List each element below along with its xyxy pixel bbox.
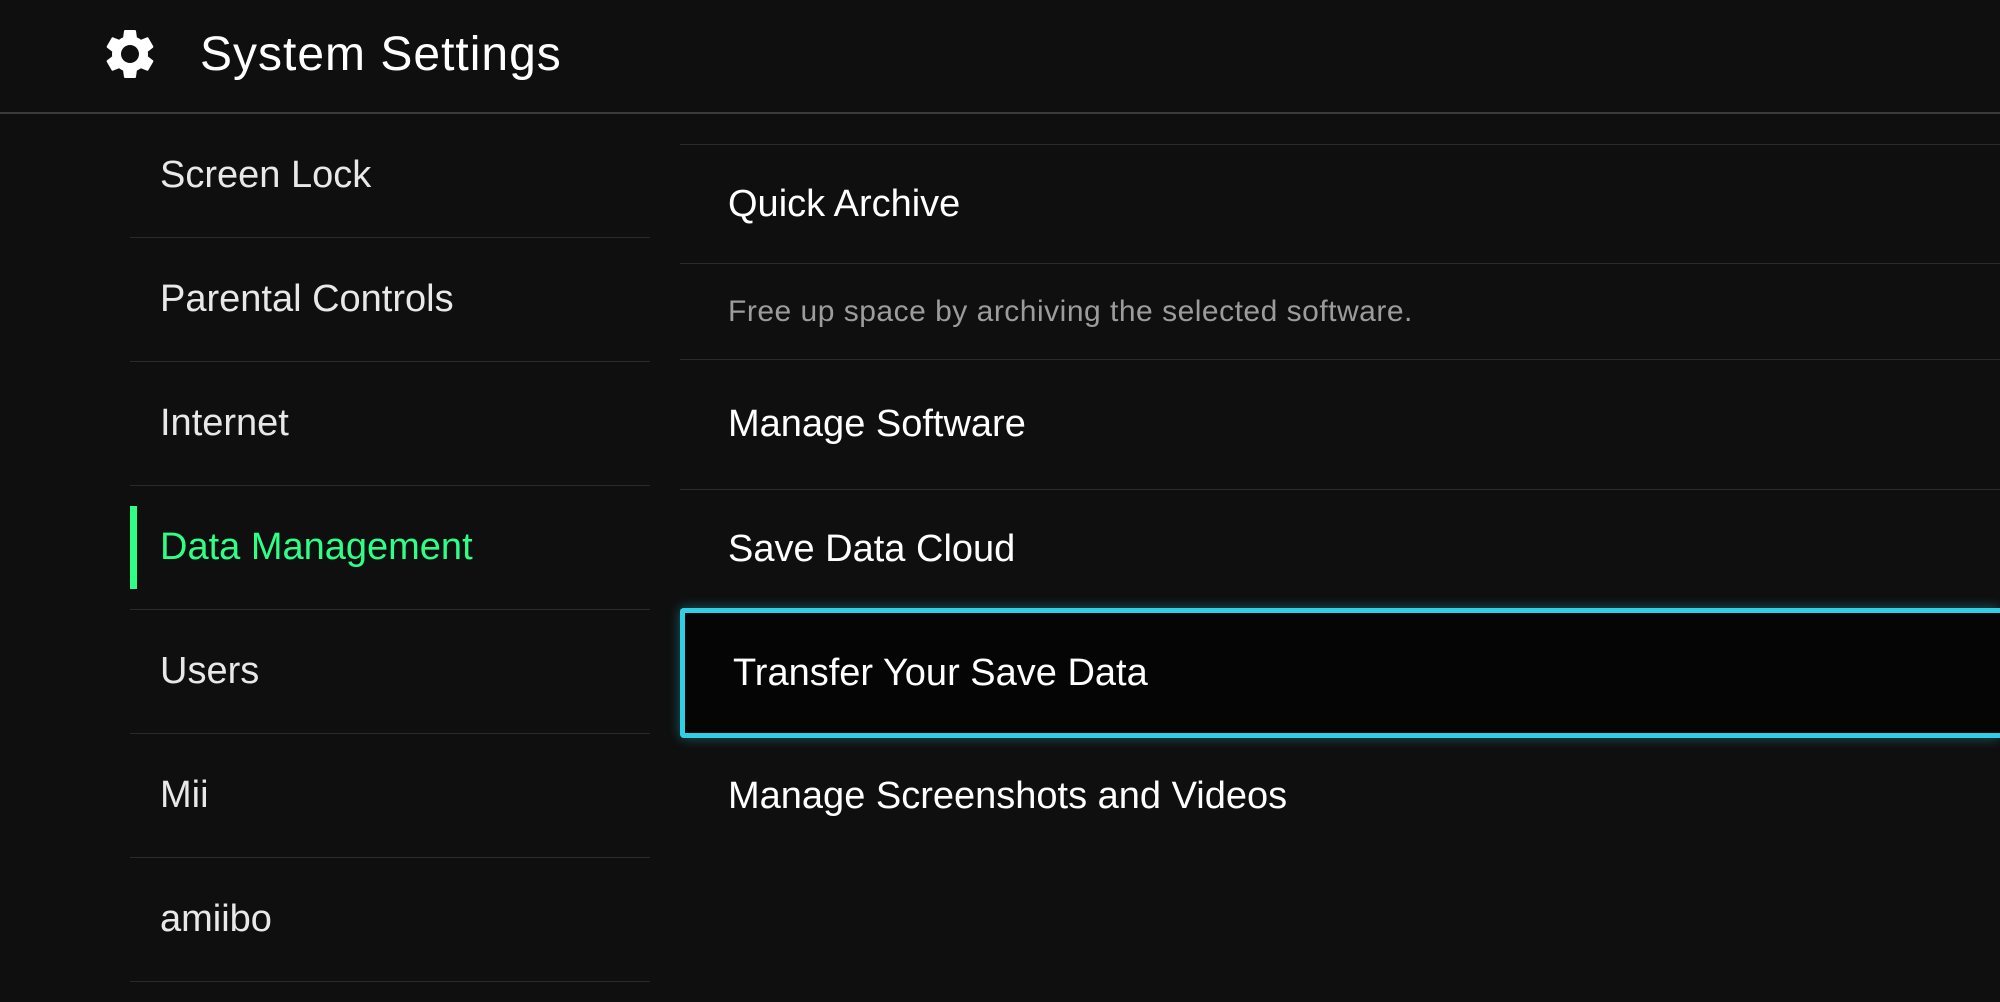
sidebar-item-mii[interactable]: Mii: [130, 734, 650, 858]
option-label: Manage Screenshots and Videos: [728, 775, 1287, 818]
sidebar-item-label: Users: [160, 650, 259, 693]
sidebar-item-data-management[interactable]: Data Management: [130, 486, 650, 610]
sidebar-item-label: amiibo: [160, 898, 272, 941]
option-save-data-cloud[interactable]: Save Data Cloud: [680, 490, 2000, 610]
option-quick-archive[interactable]: Quick Archive: [680, 144, 2000, 264]
sidebar-item-amiibo[interactable]: amiibo: [130, 858, 650, 982]
option-label: Transfer Your Save Data: [733, 652, 1148, 695]
sidebar-item-label: Screen Lock: [160, 154, 371, 197]
gear-icon: [100, 24, 160, 84]
page-title: System Settings: [200, 27, 562, 82]
sidebar-item-label: Mii: [160, 774, 209, 817]
sidebar-item-label: Internet: [160, 402, 289, 445]
main-panel: Quick Archive Free up space by archiving…: [680, 114, 2000, 1002]
sidebar-item-users[interactable]: Users: [130, 610, 650, 734]
option-transfer-save-data[interactable]: Transfer Your Save Data: [680, 608, 2000, 738]
sidebar-item-label: Data Management: [160, 526, 473, 569]
sidebar: Screen Lock Parental Controls Internet D…: [0, 114, 680, 1002]
body: Screen Lock Parental Controls Internet D…: [0, 114, 2000, 1002]
option-label: Quick Archive: [728, 183, 960, 226]
option-manage-software[interactable]: Manage Software: [680, 360, 2000, 490]
sidebar-item-label: Parental Controls: [160, 278, 454, 321]
option-manage-screenshots-videos[interactable]: Manage Screenshots and Videos: [680, 736, 2000, 856]
header: System Settings: [0, 0, 2000, 114]
archive-description-row: Free up space by archiving the selected …: [680, 264, 2000, 360]
option-label: Manage Software: [728, 403, 1026, 446]
sidebar-item-parental-controls[interactable]: Parental Controls: [130, 238, 650, 362]
archive-description: Free up space by archiving the selected …: [728, 295, 1413, 329]
option-label: Save Data Cloud: [728, 528, 1015, 571]
sidebar-item-screen-lock[interactable]: Screen Lock: [130, 114, 650, 238]
sidebar-item-internet[interactable]: Internet: [130, 362, 650, 486]
